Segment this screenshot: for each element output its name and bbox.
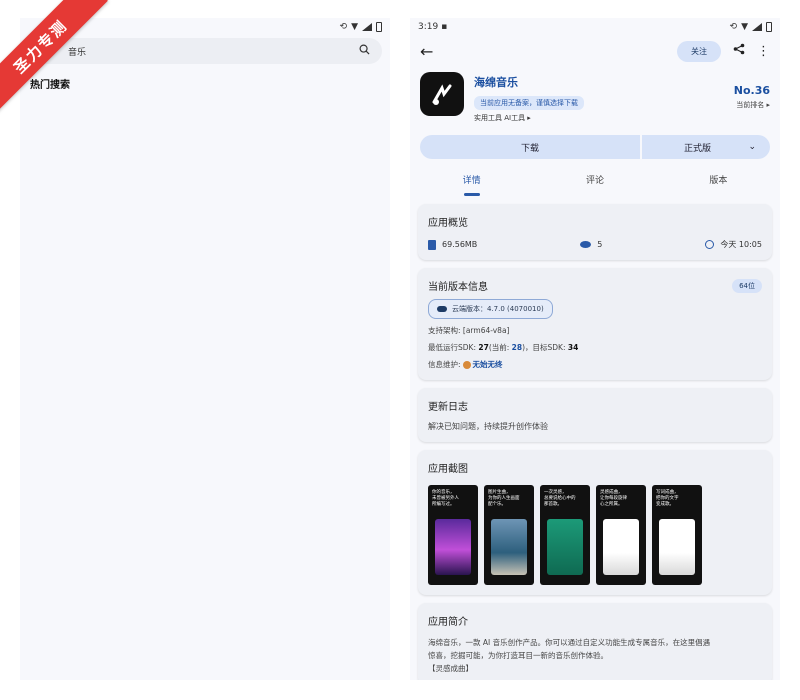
chevron-down-icon: ⌄	[748, 142, 756, 152]
eye-icon	[580, 241, 592, 248]
share-icon[interactable]	[733, 43, 745, 59]
search-input[interactable]: 音乐	[28, 38, 382, 64]
screenshots-card: 应用截图 你的音乐， 未曾被另外人 所编写过。 图片生曲， 为你的人生画面 配个…	[418, 450, 772, 595]
rank-label: 当前排名 ▸	[736, 101, 770, 109]
screenshot-thumb[interactable]: 写词成曲， 把你的文字 变成歌。	[652, 485, 702, 585]
screenshot-preview	[491, 519, 527, 575]
arch-line: 支持架构: [arm64-v8a]	[428, 326, 510, 335]
category-link[interactable]: 实用工具 AI工具 ▸	[474, 113, 584, 123]
screenshot-thumb[interactable]: 你的音乐， 未曾被另外人 所编写过。	[428, 485, 478, 585]
screenshot-preview	[659, 519, 695, 575]
cloud-version: 云端版本：4.7.0 (4070010)	[452, 305, 544, 313]
battery-icon	[766, 22, 772, 32]
maintainer-link[interactable]: 无始无终	[473, 360, 503, 369]
cloud-version-chip[interactable]: 云端版本：4.7.0 (4070010)	[428, 299, 553, 319]
screenshot-preview	[435, 519, 471, 575]
cloud-icon	[437, 306, 447, 312]
version-info-card: 当前版本信息 64位 云端版本：4.7.0 (4070010) 支持架构: [a…	[418, 268, 772, 380]
version-channel-dropdown[interactable]: 正式版 ⌄	[642, 135, 770, 159]
tab-reviews[interactable]: 评论	[586, 173, 604, 196]
screenshots-title: 应用截图	[428, 464, 468, 475]
screenshot-preview	[603, 519, 639, 575]
search-text: 音乐	[68, 47, 87, 58]
tab-bar: 详情 评论 版本	[410, 173, 780, 196]
changelog-text: 解决已知问题，持续提升创作体验	[428, 422, 548, 431]
app-header: 海绵音乐 当前应用无备案，谨慎选择下载 实用工具 AI工具 ▸ No.36 当前…	[410, 66, 780, 123]
vibrate-icon: ⟲	[729, 22, 738, 32]
changelog-title: 更新日志	[428, 402, 468, 413]
sdk-line: 最低运行SDK: 27(当前: 28)，目标SDK: 34	[428, 343, 579, 352]
screenshot-caption: 一次灵感， 总要说给心中的 那首歌。	[544, 490, 576, 507]
screenshot-thumb[interactable]: 灵感成曲， 让你每段旋律 心之所属。	[596, 485, 646, 585]
search-screen: ⟲ ▼ 音乐 热门搜索	[20, 18, 390, 680]
search-icon[interactable]	[359, 44, 370, 58]
overview-title: 应用概览	[428, 218, 468, 229]
changelog-card: 更新日志 解决已知问题，持续提升创作体验	[418, 388, 772, 442]
app-logo-icon	[420, 72, 464, 116]
signal-icon	[362, 23, 372, 31]
app-detail-screen: 3:19 ▪ ⟲ ▼ ← 关注 ⋮ 海绵音乐 当前应用无备案，谨慎选择下载 实用工…	[410, 18, 780, 680]
download-button[interactable]: 下载	[420, 135, 640, 159]
file-icon	[428, 239, 436, 250]
wifi-icon: ▼	[351, 22, 358, 32]
screenshot-caption: 图片生曲， 为你的人生画面 配个乐。	[488, 490, 520, 507]
view-count: 5	[597, 240, 603, 249]
top-app-bar: ← 关注 ⋮	[410, 36, 780, 66]
screenshot-preview	[547, 519, 583, 575]
signal-icon	[752, 23, 762, 31]
wifi-icon: ▼	[741, 22, 748, 32]
bits-badge: 64位	[732, 278, 762, 293]
avatar	[462, 361, 471, 369]
maintainer-line: 信息维护: 无始无终	[428, 360, 503, 369]
vibrate-icon: ⟲	[339, 22, 348, 32]
screenshot-thumb[interactable]: 一次灵感， 总要说给心中的 那首歌。	[540, 485, 590, 585]
battery-icon	[376, 22, 382, 32]
screenshot-strip: 你的音乐， 未曾被另外人 所编写过。 图片生曲， 为你的人生画面 配个乐。 一次…	[428, 485, 762, 585]
app-name: 海绵音乐	[474, 76, 518, 89]
tab-versions[interactable]: 版本	[709, 173, 727, 196]
intro-card: 应用简介 海绵音乐，一款 AI 音乐创作产品。你可以通过自定义功能生成专属音乐，…	[418, 603, 772, 680]
download-row: 下载 正式版 ⌄	[420, 135, 770, 159]
more-options-icon[interactable]: ⋮	[757, 44, 770, 59]
notification-icon: ▪	[441, 22, 448, 32]
hot-search-title: 热门搜索	[30, 80, 70, 91]
version-info-title: 当前版本信息	[428, 282, 488, 293]
version-channel-label: 正式版	[684, 143, 712, 154]
screenshot-caption: 写词成曲， 把你的文字 变成歌。	[656, 490, 679, 507]
screenshot-thumb[interactable]: 图片生曲， 为你的人生画面 配个乐。	[484, 485, 534, 585]
follow-button[interactable]: 关注	[677, 40, 721, 62]
overview-card: 应用概览 69.56MB 5 今天 10:05	[418, 204, 772, 260]
intro-title: 应用简介	[428, 617, 468, 628]
update-time: 今天 10:05	[720, 240, 762, 249]
status-bar: 3:19 ▪ ⟲ ▼	[410, 18, 780, 36]
app-size: 69.56MB	[442, 240, 478, 249]
rank-block[interactable]: No.36 当前排名 ▸	[734, 84, 770, 110]
intro-text: 海绵音乐，一款 AI 音乐创作产品。你可以通过自定义功能生成专属音乐，在这里倡遇…	[428, 638, 711, 673]
warning-tag: 当前应用无备案，谨慎选择下载	[474, 96, 584, 110]
rank-number: No.36	[733, 84, 770, 97]
tab-details[interactable]: 详情	[463, 173, 481, 196]
screenshot-caption: 你的音乐， 未曾被另外人 所编写过。	[432, 490, 459, 507]
back-arrow-icon[interactable]: ←	[420, 42, 433, 61]
status-time: 3:19	[418, 22, 439, 32]
history-icon	[705, 240, 715, 249]
screenshot-caption: 灵感成曲， 让你每段旋律 心之所属。	[600, 490, 627, 507]
